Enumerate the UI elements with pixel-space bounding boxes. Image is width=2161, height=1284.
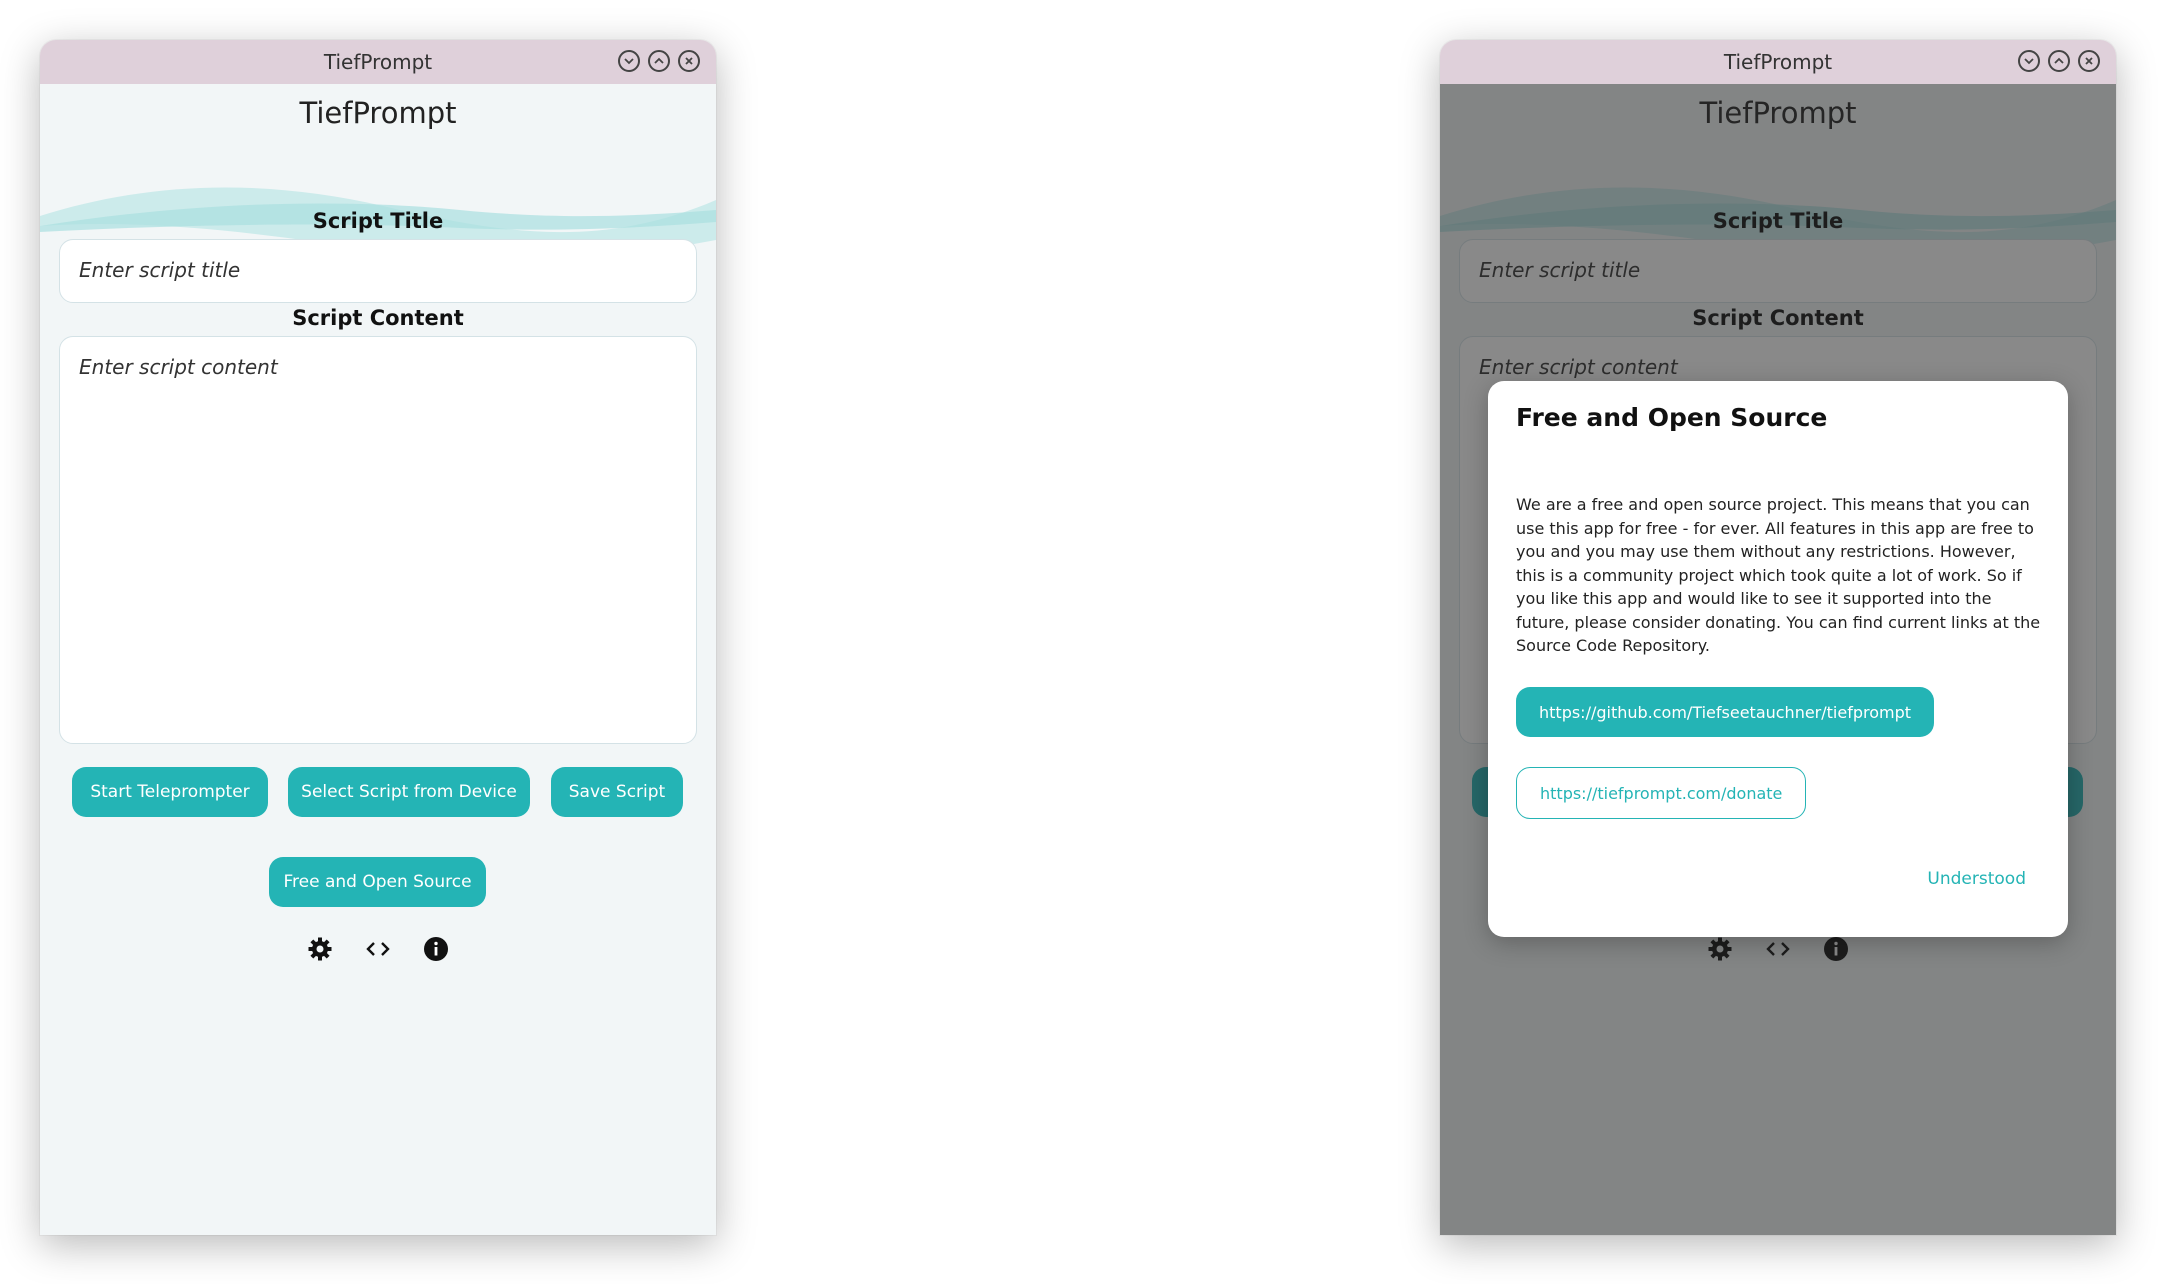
donate-link-button[interactable]: https://tiefprompt.com/donate <box>1516 767 1807 819</box>
script-title-label: Script Title <box>312 209 444 233</box>
window-title: TiefPrompt <box>1723 50 1833 74</box>
select-script-button[interactable]: Select Script from Device <box>288 767 530 817</box>
window-titlebar[interactable]: TiefPrompt <box>1440 40 2116 84</box>
close-icon[interactable] <box>2078 50 2100 72</box>
free-open-source-button[interactable]: Free and Open Source <box>269 857 486 907</box>
gear-icon[interactable] <box>307 936 333 962</box>
understood-button[interactable]: Understood <box>1927 869 2026 889</box>
maximize-icon[interactable] <box>2048 50 2070 72</box>
script-title-placeholder: Enter script title <box>79 258 241 282</box>
close-icon[interactable] <box>678 50 700 72</box>
app-window-dialog-open: TiefPrompt TiefPrompt Script Title Enter… <box>1440 40 2116 1235</box>
foss-dialog: Free and Open Source We are a free and o… <box>1488 381 2068 937</box>
script-content-placeholder: Enter script content <box>79 355 278 379</box>
maximize-icon[interactable] <box>648 50 670 72</box>
minimize-icon[interactable] <box>618 50 640 72</box>
dialog-body-text: We are a free and open source project. T… <box>1516 495 2041 655</box>
code-icon[interactable] <box>365 936 391 962</box>
dialog-title: Free and Open Source <box>1516 403 1828 432</box>
app-title: TiefPrompt <box>299 96 457 130</box>
script-title-input[interactable]: Enter script title <box>59 239 697 303</box>
save-script-button[interactable]: Save Script <box>551 767 683 817</box>
start-teleprompter-button[interactable]: Start Teleprompter <box>72 767 268 817</box>
app-window-main: TiefPrompt TiefPrompt Script Title Enter… <box>40 40 716 1235</box>
window-titlebar[interactable]: TiefPrompt <box>40 40 716 84</box>
info-icon[interactable] <box>423 936 449 962</box>
script-content-label: Script Content <box>292 306 464 330</box>
repo-link-button[interactable]: https://github.com/Tiefseetauchner/tiefp… <box>1516 687 1935 737</box>
script-content-textarea[interactable]: Enter script content <box>59 336 697 744</box>
window-title: TiefPrompt <box>323 50 433 74</box>
minimize-icon[interactable] <box>2018 50 2040 72</box>
